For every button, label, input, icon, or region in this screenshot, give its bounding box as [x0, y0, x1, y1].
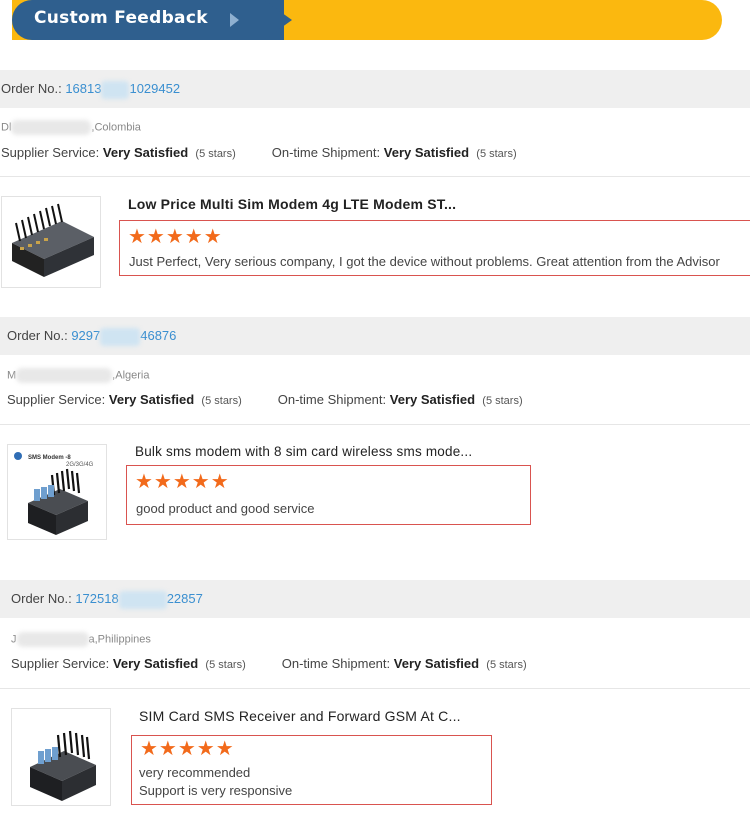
order-number-link[interactable]: 9297 46876: [71, 327, 176, 346]
star-rating: ★★★★★: [135, 471, 230, 493]
order-header: Order No.: 172518 22857: [0, 580, 750, 618]
redacted-blur: [16, 368, 113, 383]
review-text: very recommended: [139, 765, 251, 780]
thumb-caption: 2G/3G/4G: [66, 462, 94, 468]
banner-tab-tip: [264, 0, 292, 40]
review-box: ★★★★★ Just Perfect, Very serious company…: [119, 220, 750, 276]
service-ratings: Supplier Service: Very Satisfied (5 star…: [7, 392, 523, 407]
star-rating: ★★★★★: [128, 226, 223, 248]
order-header: Order No.: 16813 1029452: [0, 70, 750, 108]
sms-receiver-image: [30, 730, 96, 801]
service-ratings: Supplier Service: Very Satisfied (5 star…: [1, 145, 517, 160]
service-ratings: Supplier Service: Very Satisfied (5 star…: [11, 656, 527, 671]
redacted-blur: [100, 327, 141, 346]
star-rating: ★★★★★: [140, 738, 235, 760]
product-title-link[interactable]: Low Price Multi Sim Modem 4g LTE Modem S…: [128, 196, 456, 212]
divider: [0, 688, 750, 689]
buyer-location: Ja,Philippines: [11, 632, 151, 647]
order-label: Order No.:: [7, 328, 68, 343]
custom-feedback-banner: Custom Feedback: [12, 0, 722, 40]
product-thumbnail[interactable]: [1, 196, 101, 288]
redacted-blur: [16, 632, 89, 647]
banner-title: Custom Feedback: [34, 8, 208, 28]
divider: [0, 176, 750, 177]
product-thumbnail[interactable]: [11, 708, 111, 806]
product-title-link[interactable]: SIM Card SMS Receiver and Forward GSM At…: [139, 708, 461, 724]
order-label: Order No.:: [11, 591, 72, 606]
redacted-blur: [101, 80, 130, 99]
review-box: ★★★★★ good product and good service: [126, 465, 531, 525]
order-label: Order No.:: [1, 81, 62, 96]
review-text: Support is very responsive: [139, 783, 293, 798]
buyer-location: Dl ,Colombia: [1, 120, 141, 135]
review-text: good product and good service: [136, 501, 315, 516]
order-number-link[interactable]: 16813 1029452: [65, 80, 180, 99]
order-header: Order No.: 9297 46876: [0, 317, 750, 355]
redacted-blur: [11, 120, 92, 135]
redacted-blur: [118, 590, 167, 609]
review-box: ★★★★★ very recommended Support is very r…: [131, 735, 492, 805]
play-arrow-icon: [230, 13, 239, 27]
review-text: Just Perfect, Very serious company, I go…: [129, 254, 720, 269]
modem-image: [12, 203, 94, 277]
thumb-caption: SMS Modem -8: [28, 455, 71, 461]
product-title-link[interactable]: Bulk sms modem with 8 sim card wireless …: [135, 444, 472, 459]
sms-modem-image: SMS Modem -8 2G/3G/4G: [14, 452, 94, 535]
divider: [0, 424, 750, 425]
product-thumbnail[interactable]: SMS Modem -8 2G/3G/4G: [7, 444, 107, 540]
order-number-link[interactable]: 172518 22857: [75, 590, 203, 609]
buyer-location: M ,Algeria: [7, 368, 150, 383]
